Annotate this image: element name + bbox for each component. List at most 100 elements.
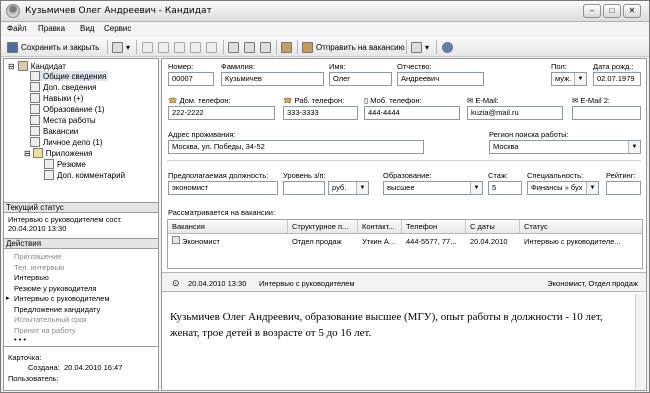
candidate-window: Кузьмичев Олег Андреевич - Кандидат – □ … [0,0,650,393]
menu-file[interactable]: Файл [7,24,27,33]
experience-label: Стаж: [488,171,509,180]
tree-item-skills[interactable]: Навыки (+) [30,93,83,103]
preview-button[interactable] [244,40,258,54]
lastname-field[interactable]: Кузьмичев [221,72,324,86]
number-field[interactable]: 00007 [168,72,214,86]
maximize-button[interactable]: □ [603,4,621,18]
paste-button[interactable] [174,40,188,54]
tree-item-attachments[interactable]: ⊟ Приложения [24,148,93,158]
tree-label: Доп. сведения [43,82,97,92]
window-button[interactable] [260,40,274,54]
undo-button[interactable] [190,40,204,54]
currency-value: руб. [332,183,347,192]
delete-button[interactable] [206,40,220,54]
mobile-phone-field[interactable]: 444-4444 [364,106,460,120]
action-item[interactable]: Интервью [14,273,49,282]
tree-item-comment[interactable]: Доп. комментарий [44,170,125,180]
education-value: высшее [387,183,415,192]
help-button[interactable] [442,40,456,54]
app-icon [6,4,20,18]
action-item[interactable]: Тел. интервью [14,263,64,272]
currency-select[interactable]: руб. ▼ [328,181,369,195]
education-select[interactable]: высшее ▼ [383,181,483,195]
col-vacancy[interactable]: Вакансия [168,220,288,234]
tree-item-workplaces[interactable]: Места работы [30,115,96,125]
dob-label: Дата рожд.: [593,62,634,71]
tree-root[interactable]: ⊟ Кандидат [8,61,66,71]
region-select[interactable]: Москва ▼ [489,140,641,154]
sex-select[interactable]: муж. ▼ [551,72,587,86]
send-label: Отправить на вакансию [316,42,405,52]
position-field[interactable]: экономист [168,181,278,195]
folder-icon [32,148,43,158]
tree-item-general[interactable]: Общие сведения [30,71,109,81]
middlename-field[interactable]: Андреевич [397,72,484,86]
specialty-label: Специальность: [527,171,584,180]
address-label: Адрес проживания: [168,130,236,139]
comment-text[interactable]: Кузьмичев Олег Андреевич, образование вы… [170,309,625,341]
menu-edit[interactable]: Правка [38,24,65,33]
col-contact[interactable]: Контакт... [358,220,402,234]
action-item[interactable]: Испытательный срок [14,315,87,324]
action-item[interactable]: Резюме у руководителя [14,284,96,293]
home-phone-field[interactable]: 222-2222 [168,106,275,120]
action-item[interactable]: Принят на работу [14,326,76,335]
close-button[interactable]: ✕ [623,4,641,18]
tree-item-resume[interactable]: Резюме [44,159,86,169]
chevron-down-icon[interactable]: ▼ [586,182,598,194]
mobile-phone-label: ▯ Моб. телефон: [364,96,422,105]
work-phone-label: ☎ Раб. телефон: [283,96,344,105]
tree-item-vacancies[interactable]: Вакансии [30,126,78,136]
tree-label: Места работы [43,115,96,125]
col-phone[interactable]: Телефон [402,220,466,234]
col-department[interactable]: Структурное п... [288,220,358,234]
mobile-phone-label-text: Моб. телефон: [370,96,422,105]
move-down-button[interactable] [281,40,295,54]
chevron-down-icon[interactable]: ▼ [356,182,368,194]
work-phone-field[interactable]: 333-3333 [283,106,358,120]
chevron-down-icon[interactable]: ▼ [574,73,586,85]
action-item[interactable]: Предложение кандидату [14,305,100,314]
email-field[interactable]: kuzia@mail.ru [467,106,563,120]
menu-view[interactable]: Вид [80,24,94,33]
vacancies-grid: Вакансия Структурное п... Контакт... Тел… [167,219,643,269]
cell-contact: Уткин А... [362,237,396,246]
chevron-down-icon[interactable]: ▼ [628,141,640,153]
menu-bar: Файл Правка Вид Сервис [1,22,649,37]
tree-item-education[interactable]: Образование (1) [30,104,105,114]
tree-label: Личное дело (1) [43,137,103,147]
print-button[interactable]: ▾ [112,40,130,54]
col-status[interactable]: Статус [520,220,642,234]
experience-field[interactable]: 5 [488,181,522,195]
undo-icon [190,41,201,53]
education-label: Образование: [383,171,432,180]
expand-icon[interactable]: ⊙ [172,278,180,289]
send-to-vacancy-button[interactable]: Отправить на вакансию [302,40,405,54]
cut-button[interactable] [142,40,156,54]
salary-field[interactable] [283,181,325,195]
history-bar[interactable]: ⊙ 20.04.2010 13:30 Интервью с руководите… [162,272,646,292]
action-item[interactable]: Интервью с руководителем [14,294,109,303]
actions-more[interactable]: • • • [14,335,26,344]
skills-icon [30,93,40,103]
comment-scrollbar[interactable] [635,294,645,390]
rating-field[interactable] [606,181,641,195]
col-date[interactable]: С даты [466,220,520,234]
minimize-button[interactable]: – [583,4,601,18]
tree-item-extra[interactable]: Доп. сведения [30,82,97,92]
folder-icon [30,137,40,147]
address-field[interactable]: Москва, ул. Победы, 34-52 [168,140,424,154]
chevron-down-icon[interactable]: ▼ [470,182,482,194]
email2-field[interactable] [572,106,641,120]
mobile-icon: ▯ [364,96,369,105]
attach-button[interactable]: ▾ [411,40,429,54]
copy-button[interactable] [158,40,172,54]
specialty-select[interactable]: Финансы » бух ▼ [527,181,599,195]
spellcheck-button[interactable] [228,40,242,54]
tree-item-personal-file[interactable]: Личное дело (1) [30,137,102,147]
menu-service[interactable]: Сервис [104,24,131,33]
save-close-button[interactable]: Сохранить и закрыть [7,40,99,54]
firstname-field[interactable]: Олег [329,72,392,86]
action-item[interactable]: Приглашение [14,252,62,261]
dob-field[interactable]: 02.07.1979 [593,72,641,86]
